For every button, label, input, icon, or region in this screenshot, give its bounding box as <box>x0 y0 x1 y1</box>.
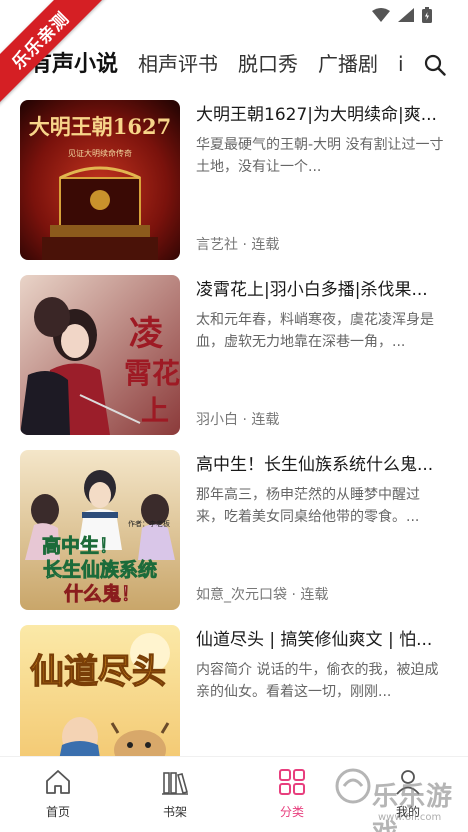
cover-title-part: 上 <box>141 394 169 427</box>
book-description: 内容简介 说话的牛，偷衣的我，被迫成亲的仙女。看着这一切，刚刚... <box>196 662 439 700</box>
book-item[interactable]: 仙道尽头 仙道尽头 | 搞笑修仙爽文 | 怕... 内容简介 说话的牛，偷衣的我… <box>0 625 468 756</box>
tab-talk-show[interactable]: 脱口秀 <box>238 44 298 84</box>
wifi-icon <box>372 8 390 22</box>
nav-bookshelf[interactable]: 书架 <box>135 767 215 827</box>
tab-crosstalk[interactable]: 相声评书 <box>138 44 218 84</box>
book-description: 太和元年春，料峭寒夜，虞花凌浑身是血，虚软无力地靠在深巷一角，... <box>196 312 434 350</box>
status-icons <box>372 7 432 23</box>
cover-title: 大明王朝1627 <box>29 114 171 139</box>
cover-title-part: 霄花 <box>124 357 180 390</box>
tab-track: 有声小说 相声评书 脱口秀 广播剧 i <box>30 44 418 84</box>
bookshelf-icon <box>162 772 188 795</box>
book-title[interactable]: 大明王朝1627|为大明续命|爽... <box>196 102 446 128</box>
book-list: 大明王朝1627 见证大明续命传奇 大明王朝1627|为大明续命|爽... 华夏… <box>0 100 468 756</box>
book-info: 仙道尽头 | 搞笑修仙爽文 | 怕... 内容简介 说话的牛，偷衣的我，被迫成亲… <box>196 625 446 756</box>
book-cover[interactable]: 仙道尽头 <box>20 625 180 756</box>
book-info: 凌霄花上|羽小白多播|杀伐果... 太和元年春，料峭寒夜，虞花凌浑身是血，虚软无… <box>196 275 446 435</box>
nav-home[interactable]: 首页 <box>18 767 98 827</box>
watermark: 乐乐游戏 www.6ll.com <box>334 760 464 832</box>
watermark-url: www.6ll.com <box>378 812 442 823</box>
home-icon <box>46 770 70 794</box>
book-meta: 如意_次元口袋 · 连载 <box>196 587 329 603</box>
book-item[interactable]: 凌 霄花 上 凌霄花上|羽小白多播|杀伐果... 太和元年春，料峭寒夜，虞花凌浑… <box>0 275 468 435</box>
book-title[interactable]: 仙道尽头 | 搞笑修仙爽文 | 怕... <box>196 627 446 653</box>
search-button[interactable] <box>420 50 450 80</box>
search-icon <box>424 54 446 76</box>
nav-bookshelf-label: 书架 <box>162 805 187 819</box>
book-cover[interactable]: 大明王朝1627 见证大明续命传奇 <box>20 100 180 260</box>
nav-home-label: 首页 <box>45 805 70 819</box>
book-description: 华夏最硬气的王朝-大明 没有割让过一寸土地，没有让一个... <box>196 137 444 175</box>
nav-category-label: 分类 <box>279 805 304 819</box>
book-item[interactable]: 作者：李老板 高中生！ 长生仙族系统 什么鬼！ 高中生！长生仙族系统什么鬼...… <box>0 450 468 610</box>
book-title[interactable]: 凌霄花上|羽小白多播|杀伐果... <box>196 277 446 303</box>
book-meta: 羽小白 · 连载 <box>196 412 280 428</box>
tab-radio-drama[interactable]: 广播剧 <box>318 44 378 84</box>
cover-author: 作者：李老板 <box>128 519 170 528</box>
battery-icon <box>422 7 432 23</box>
cover-title: 凌 <box>129 314 163 354</box>
cover-title-line3: 什么鬼！ <box>64 582 140 605</box>
tab-more[interactable]: i <box>398 44 404 84</box>
book-cover[interactable]: 凌 霄花 上 <box>20 275 180 435</box>
book-meta: 言艺社 · 连载 <box>196 237 280 253</box>
cover-title-line2: 长生仙族系统 <box>43 558 157 581</box>
nav-category[interactable]: 分类 <box>252 767 332 827</box>
book-item[interactable]: 大明王朝1627 见证大明续命传奇 大明王朝1627|为大明续命|爽... 华夏… <box>0 100 468 260</box>
book-title[interactable]: 高中生！长生仙族系统什么鬼... <box>196 452 446 478</box>
book-info: 大明王朝1627|为大明续命|爽... 华夏最硬气的王朝-大明 没有割让过一寸土… <box>196 100 446 260</box>
cover-title-line1: 高中生！ <box>42 534 118 557</box>
book-cover[interactable]: 作者：李老板 高中生！ 长生仙族系统 什么鬼！ <box>20 450 180 610</box>
category-grid-icon <box>279 769 305 795</box>
watermark-logo-icon <box>335 768 371 804</box>
cover-subtitle: 见证大明续命传奇 <box>68 148 132 158</box>
category-tabs: 有声小说 相声评书 脱口秀 广播剧 i <box>0 44 468 84</box>
book-description: 那年高三，杨申茫然的从睡梦中醒过来，吃着美女同桌给他带的零食。... <box>196 487 420 525</box>
signal-icon <box>398 8 414 22</box>
watermark-text: 乐乐游戏 <box>372 782 454 832</box>
cover-title: 仙道尽头 <box>30 652 166 692</box>
book-info: 高中生！长生仙族系统什么鬼... 那年高三，杨申茫然的从睡梦中醒过来，吃着美女同… <box>196 450 446 610</box>
